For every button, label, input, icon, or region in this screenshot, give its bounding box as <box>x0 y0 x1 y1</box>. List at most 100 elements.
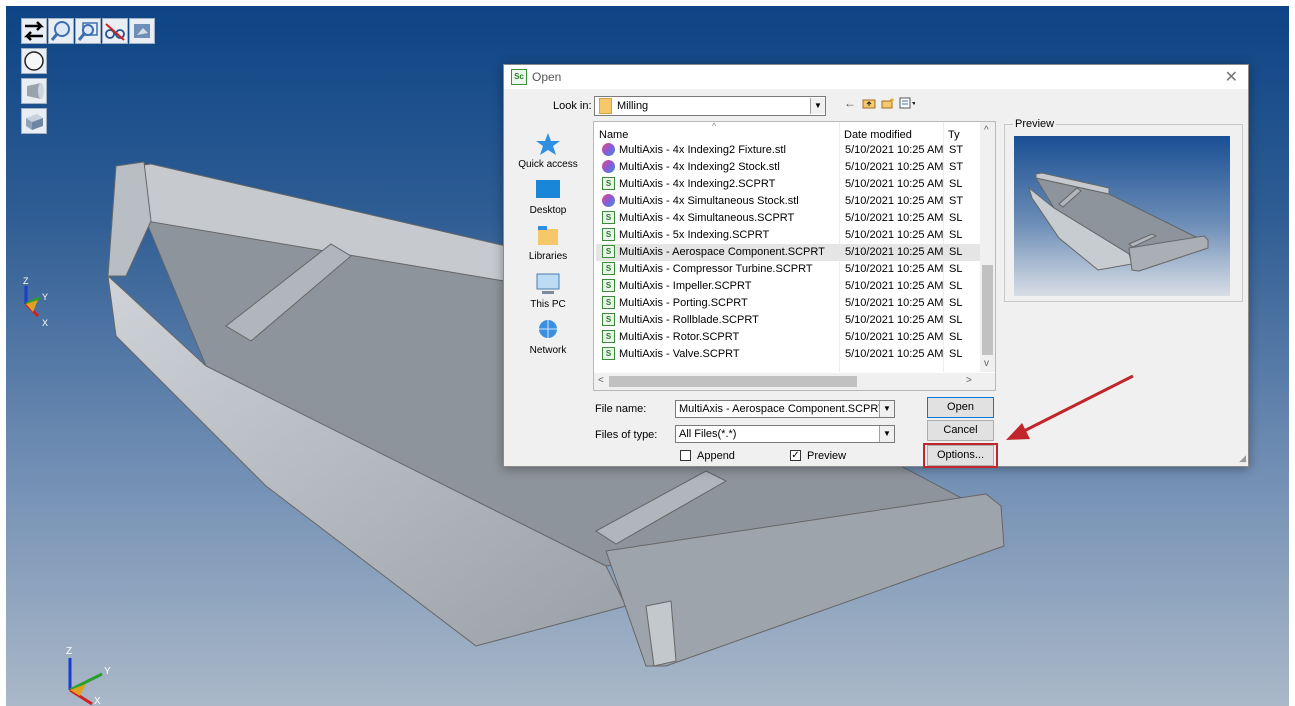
file-row[interactable]: S MultiAxis - 4x Indexing2.SCPRT 5/10/2021… <box>596 176 982 193</box>
place-network[interactable]: Network <box>514 317 582 356</box>
look-in-label: Look in: <box>553 100 592 112</box>
file-type-cell: SL <box>949 314 963 326</box>
place-label: Quick access <box>518 159 578 170</box>
file-type-cell: SL <box>949 297 963 309</box>
back-arrow-icon[interactable]: ← <box>842 95 858 111</box>
scroll-thumb[interactable] <box>982 265 993 355</box>
dialog-titlebar[interactable]: Sc Open ✕ <box>504 65 1248 89</box>
scroll-right-icon[interactable]: > <box>966 375 972 386</box>
place-label: Network <box>529 345 567 356</box>
column-name[interactable]: Name <box>599 129 628 141</box>
file-name-cell: MultiAxis - Compressor Turbine.SCPRT <box>619 263 813 275</box>
scprt-file-icon: S <box>602 347 615 360</box>
resize-grip-icon[interactable]: ◢ <box>1239 453 1246 464</box>
file-row[interactable]: S MultiAxis - Aerospace Component.SCPRT 5/… <box>596 244 982 261</box>
file-name-label: File name: <box>595 403 647 415</box>
file-type-cell: ST <box>949 144 964 156</box>
scroll-thumb[interactable] <box>609 376 857 387</box>
preview-image <box>1014 136 1230 296</box>
folder-icon <box>599 98 612 114</box>
up-folder-icon[interactable] <box>861 95 877 111</box>
files-of-type-label: Files of type: <box>595 429 658 441</box>
file-date-cell: 5/10/2021 10:25 AM <box>845 331 943 343</box>
file-list[interactable]: Name ^ Date modified Ty MultiAxis - 4x I… <box>593 121 996 391</box>
files-of-type-combo[interactable]: All Files(*.*) ▼ <box>675 425 895 443</box>
libraries-icon <box>534 223 562 249</box>
preview-checkbox[interactable]: ✓ <box>790 450 801 461</box>
sphere-icon[interactable] <box>21 48 47 74</box>
file-row[interactable]: S MultiAxis - 5x Indexing.SCPRT 5/10/2021 … <box>596 227 982 244</box>
glasses-icon[interactable] <box>102 18 128 44</box>
place-desktop[interactable]: Desktop <box>514 177 582 216</box>
file-date-cell: 5/10/2021 10:25 AM <box>845 314 943 326</box>
cancel-button[interactable]: Cancel <box>927 420 994 441</box>
app-logo-icon: Sc <box>511 69 527 85</box>
computer-icon <box>534 271 562 297</box>
place-label: Desktop <box>529 205 567 216</box>
append-label: Append <box>697 450 735 462</box>
file-row[interactable]: S MultiAxis - Porting.SCPRT 5/10/2021 10:2… <box>596 295 982 312</box>
column-date-modified[interactable]: Date modified <box>844 129 912 141</box>
file-row[interactable]: MultiAxis - 4x Indexing2 Stock.stl 5/10/2… <box>596 159 982 176</box>
cone-icon[interactable] <box>21 78 47 104</box>
file-type-cell: SL <box>949 263 963 275</box>
file-name-cell: MultiAxis - 4x Simultaneous.SCPRT <box>619 212 795 224</box>
scprt-file-icon: S <box>602 296 615 309</box>
file-name-combo[interactable]: MultiAxis - Aerospace Component.SCPRT ▼ <box>675 400 895 418</box>
file-row[interactable]: S MultiAxis - Rollblade.SCPRT 5/10/2021 10… <box>596 312 982 329</box>
open-button[interactable]: Open <box>927 397 994 418</box>
zoom-icon[interactable] <box>48 18 74 44</box>
append-checkbox[interactable] <box>680 450 691 461</box>
place-quick-access[interactable]: Quick access <box>514 131 582 170</box>
file-row[interactable]: S MultiAxis - Valve.SCPRT 5/10/2021 10:25 … <box>596 346 982 363</box>
file-date-cell: 5/10/2021 10:25 AM <box>845 263 943 275</box>
vertical-scrollbar[interactable]: ^ v <box>980 122 995 372</box>
place-this-pc[interactable]: This PC <box>514 271 582 310</box>
view-icon[interactable] <box>129 18 155 44</box>
file-row[interactable]: S MultiAxis - Compressor Turbine.SCPRT 5/1… <box>596 261 982 278</box>
file-type-cell: SL <box>949 280 963 292</box>
files-of-type-value: All Files(*.*) <box>679 428 737 440</box>
file-type-cell: SL <box>949 348 963 360</box>
desktop-icon <box>534 177 562 203</box>
close-icon[interactable]: ✕ <box>1225 67 1238 87</box>
scprt-file-icon: S <box>602 211 615 224</box>
star-icon <box>534 131 562 157</box>
stl-file-icon <box>602 194 615 207</box>
zoom-window-icon[interactable] <box>75 18 101 44</box>
file-name-cell: MultiAxis - 5x Indexing.SCPRT <box>619 229 770 241</box>
triad-y-label: Y <box>42 292 48 302</box>
preview-label: Preview <box>1013 118 1057 130</box>
chevron-down-icon[interactable]: ▼ <box>810 98 825 114</box>
scroll-down-icon[interactable]: v <box>984 358 989 369</box>
file-date-cell: 5/10/2021 10:25 AM <box>845 195 943 207</box>
new-folder-icon[interactable] <box>880 95 896 111</box>
file-row[interactable]: MultiAxis - 4x Simultaneous Stock.stl 5/1… <box>596 193 982 210</box>
file-type-cell: SL <box>949 229 963 241</box>
scprt-file-icon: S <box>602 279 615 292</box>
file-row[interactable]: S MultiAxis - Impeller.SCPRT 5/10/2021 10:… <box>596 278 982 295</box>
stl-file-icon <box>602 143 615 156</box>
preview-checkbox-label: Preview <box>807 450 847 462</box>
chevron-down-icon[interactable]: ▼ <box>879 426 894 442</box>
file-date-cell: 5/10/2021 10:25 AM <box>845 246 943 258</box>
pan-arrows-icon[interactable] <box>21 18 47 44</box>
scprt-file-icon: S <box>602 245 615 258</box>
file-row[interactable]: MultiAxis - 4x Indexing2 Fixture.stl 5/10… <box>596 142 982 159</box>
open-file-dialog: Sc Open ✕ Look in: Milling ▼ ← Quick acc… <box>503 64 1249 468</box>
box-icon[interactable] <box>21 108 47 134</box>
file-row[interactable]: S MultiAxis - Rotor.SCPRT 5/10/2021 10:25 … <box>596 329 982 346</box>
chevron-down-icon[interactable]: ▼ <box>879 401 894 417</box>
file-row[interactable]: S MultiAxis - 4x Simultaneous.SCPRT 5/10/2… <box>596 210 982 227</box>
column-type[interactable]: Ty <box>948 129 960 141</box>
stl-file-icon <box>602 160 615 173</box>
file-name-cell: MultiAxis - 4x Indexing2 Fixture.stl <box>619 144 786 156</box>
list-header: Name ^ Date modified Ty <box>594 122 994 142</box>
file-type-cell: SL <box>949 331 963 343</box>
scroll-left-icon[interactable]: < <box>598 375 604 386</box>
horizontal-scrollbar[interactable]: < > <box>594 373 995 390</box>
look-in-combo[interactable]: Milling ▼ <box>594 96 826 116</box>
scroll-up-icon[interactable]: ^ <box>984 125 989 136</box>
place-libraries[interactable]: Libraries <box>514 223 582 262</box>
view-menu-icon[interactable] <box>899 95 915 111</box>
